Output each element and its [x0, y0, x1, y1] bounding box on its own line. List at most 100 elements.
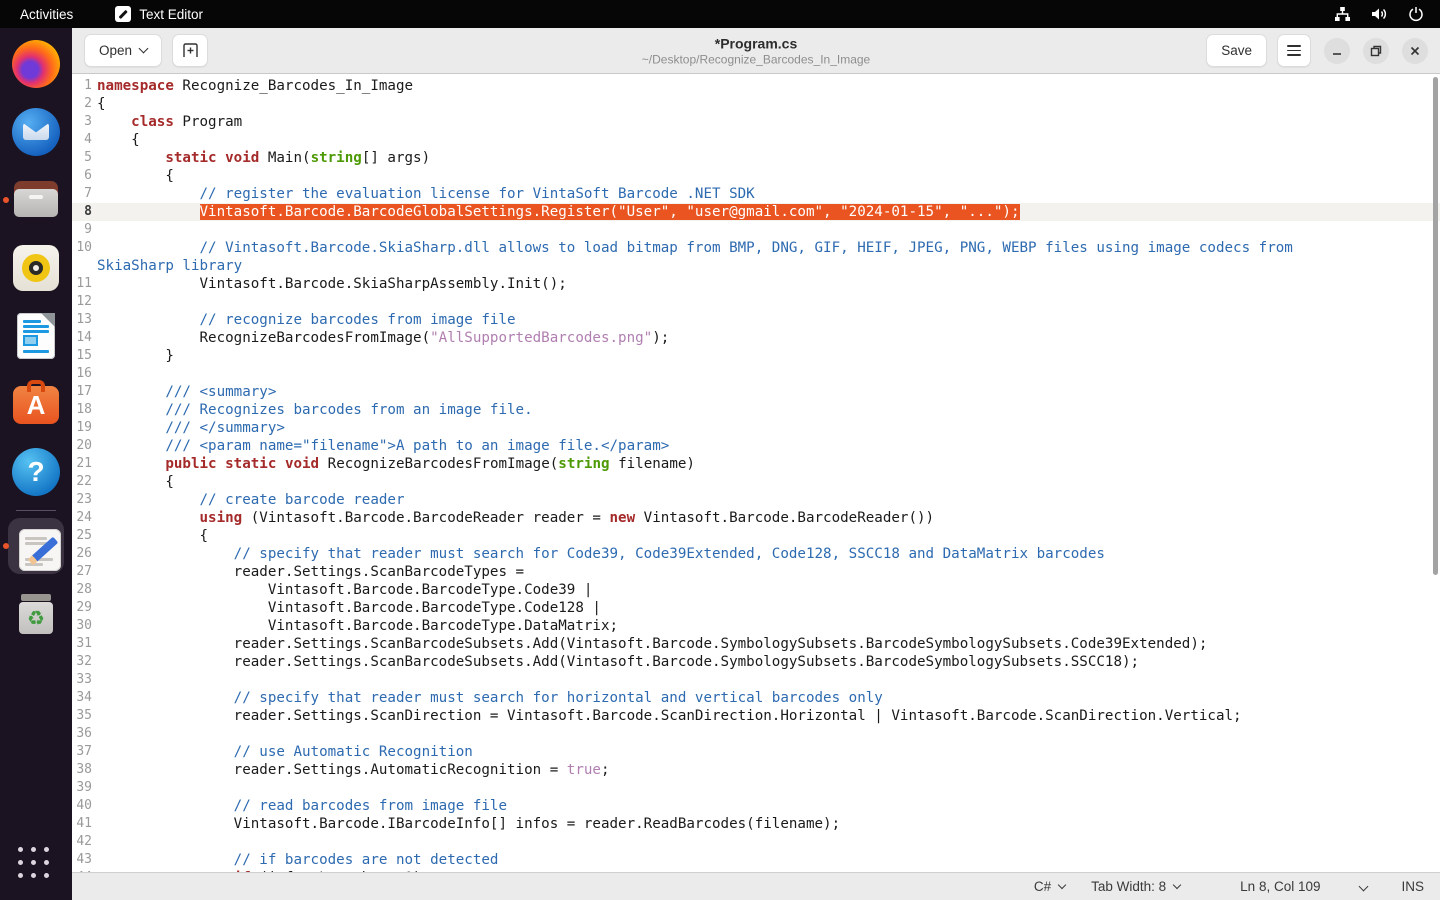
- code-line[interactable]: 14 RecognizeBarcodesFromImage("AllSuppor…: [72, 329, 1440, 347]
- line-number: 19: [72, 419, 92, 437]
- code-line[interactable]: 35 reader.Settings.ScanDirection = Vinta…: [72, 707, 1440, 725]
- chevron-down-icon[interactable]: [1359, 882, 1369, 892]
- dock-item-help[interactable]: ?: [12, 448, 60, 496]
- code-line[interactable]: 30 Vintasoft.Barcode.BarcodeType.DataMat…: [72, 617, 1440, 635]
- line-number: 10: [72, 239, 92, 257]
- code-line[interactable]: 42: [72, 833, 1440, 851]
- code-line[interactable]: 25 {: [72, 527, 1440, 545]
- main-menu-button[interactable]: [1277, 34, 1311, 67]
- focused-app-menu[interactable]: Text Editor: [115, 6, 203, 22]
- code-line[interactable]: 22 {: [72, 473, 1440, 491]
- code-line[interactable]: 17 /// <summary>: [72, 383, 1440, 401]
- close-button[interactable]: [1402, 38, 1428, 64]
- open-button[interactable]: Open: [84, 34, 162, 67]
- code-line[interactable]: 3 class Program: [72, 113, 1440, 131]
- network-icon[interactable]: [1334, 6, 1351, 22]
- code-line[interactable]: 2{: [72, 95, 1440, 113]
- code-line[interactable]: 39: [72, 779, 1440, 797]
- dock-item-firefox[interactable]: [12, 40, 60, 88]
- code-line[interactable]: 11 Vintasoft.Barcode.SkiaSharpAssembly.I…: [72, 275, 1440, 293]
- save-button[interactable]: Save: [1206, 34, 1267, 67]
- vertical-scrollbar[interactable]: [1433, 77, 1438, 575]
- line-number: 25: [72, 527, 92, 545]
- code-line[interactable]: 28 Vintasoft.Barcode.BarcodeType.Code39 …: [72, 581, 1440, 599]
- language-selector[interactable]: C#: [1034, 879, 1065, 894]
- code-line[interactable]: 40 // read barcodes from image file: [72, 797, 1440, 815]
- line-number: 6: [72, 167, 92, 185]
- insert-mode-indicator[interactable]: INS: [1401, 879, 1424, 894]
- line-number: 40: [72, 797, 92, 815]
- new-tab-button[interactable]: [172, 34, 208, 67]
- dock-item-text-editor[interactable]: [12, 522, 60, 570]
- line-number: 36: [72, 725, 92, 743]
- code-line[interactable]: 36: [72, 725, 1440, 743]
- tab-width-selector[interactable]: Tab Width: 8: [1091, 879, 1180, 894]
- document-path: ~/Desktop/Recognize_Barcodes_In_Image: [642, 52, 870, 66]
- line-number: 23: [72, 491, 92, 509]
- activities-button[interactable]: Activities: [0, 0, 93, 28]
- line-number: 33: [72, 671, 92, 689]
- line-number: 8: [72, 203, 92, 221]
- code-line[interactable]: 29 Vintasoft.Barcode.BarcodeType.Code128…: [72, 599, 1440, 617]
- line-number: 37: [72, 743, 92, 761]
- code-line[interactable]: 7 // register the evaluation license for…: [72, 185, 1440, 203]
- text-editor-running-dot: [3, 543, 9, 549]
- line-number: 12: [72, 293, 92, 311]
- code-line[interactable]: 12: [72, 293, 1440, 311]
- code-line[interactable]: 44 if (infos.Length == 0): [72, 869, 1440, 872]
- dock-item-thunderbird[interactable]: [12, 108, 60, 156]
- code-line-selected[interactable]: 8 Vintasoft.Barcode.BarcodeGlobalSetting…: [72, 203, 1440, 221]
- code-line[interactable]: 4 {: [72, 131, 1440, 149]
- cursor-position-indicator[interactable]: Ln 8, Col 109: [1240, 879, 1320, 894]
- line-number: 27: [72, 563, 92, 581]
- code-line[interactable]: 41 Vintasoft.Barcode.IBarcodeInfo[] info…: [72, 815, 1440, 833]
- code-line[interactable]: 32 reader.Settings.ScanBarcodeSubsets.Ad…: [72, 653, 1440, 671]
- code-line[interactable]: 33: [72, 671, 1440, 689]
- status-bar: C# Tab Width: 8 Ln 8, Col 109 INS: [72, 872, 1440, 900]
- code-line[interactable]: 23 // create barcode reader: [72, 491, 1440, 509]
- code-line[interactable]: 38 reader.Settings.AutomaticRecognition …: [72, 761, 1440, 779]
- code-line[interactable]: 24 using (Vintasoft.Barcode.BarcodeReade…: [72, 509, 1440, 527]
- code-line[interactable]: 37 // use Automatic Recognition: [72, 743, 1440, 761]
- dock-item-rhythmbox[interactable]: [12, 244, 60, 292]
- code-line[interactable]: 13 // recognize barcodes from image file: [72, 311, 1440, 329]
- dock-item-files[interactable]: [12, 176, 60, 224]
- code-line[interactable]: 27 reader.Settings.ScanBarcodeTypes =: [72, 563, 1440, 581]
- text-editor-app-icon: [115, 6, 131, 22]
- code-line[interactable]: 43 // if barcodes are not detected: [72, 851, 1440, 869]
- minimize-button[interactable]: [1324, 38, 1350, 64]
- code-line[interactable]: 26 // specify that reader must search fo…: [72, 545, 1440, 563]
- code-rows: 1namespace Recognize_Barcodes_In_Image2{…: [72, 77, 1440, 872]
- code-area[interactable]: 1namespace Recognize_Barcodes_In_Image2{…: [72, 74, 1440, 872]
- code-line[interactable]: 5 static void Main(string[] args): [72, 149, 1440, 167]
- code-line[interactable]: 18 /// Recognizes barcodes from an image…: [72, 401, 1440, 419]
- top-bar: Activities Text Editor: [0, 0, 1440, 28]
- code-line[interactable]: 1namespace Recognize_Barcodes_In_Image: [72, 77, 1440, 95]
- code-line[interactable]: 19 /// </summary>: [72, 419, 1440, 437]
- code-line[interactable]: 6 {: [72, 167, 1440, 185]
- code-line[interactable]: SkiaSharp library: [72, 257, 1440, 275]
- line-number: 34: [72, 689, 92, 707]
- maximize-button[interactable]: [1363, 38, 1389, 64]
- code-line[interactable]: 10 // Vintasoft.Barcode.SkiaSharp.dll al…: [72, 239, 1440, 257]
- code-line[interactable]: 21 public static void RecognizeBarcodesF…: [72, 455, 1440, 473]
- code-line[interactable]: 16: [72, 365, 1440, 383]
- code-line[interactable]: 15 }: [72, 347, 1440, 365]
- app-grid-button[interactable]: [18, 847, 55, 884]
- code-line[interactable]: 20 /// <param name="filename">A path to …: [72, 437, 1440, 455]
- code-line[interactable]: 31 reader.Settings.ScanBarcodeSubsets.Ad…: [72, 635, 1440, 653]
- code-line[interactable]: 9: [72, 221, 1440, 239]
- code-line[interactable]: 34 // specify that reader must search fo…: [72, 689, 1440, 707]
- help-icon: ?: [12, 448, 60, 496]
- line-number: 29: [72, 599, 92, 617]
- volume-icon[interactable]: [1371, 6, 1388, 22]
- dock-item-libreoffice-writer[interactable]: [12, 312, 60, 360]
- ubuntu-software-icon: A: [13, 386, 59, 424]
- power-icon[interactable]: [1408, 6, 1424, 22]
- dock-divider: [16, 510, 56, 511]
- line-number: 2: [72, 95, 92, 113]
- dock-item-ubuntu-software[interactable]: A: [12, 380, 60, 428]
- rhythmbox-icon: [13, 245, 59, 291]
- dock-item-trash[interactable]: ♻: [12, 590, 60, 638]
- line-number: 3: [72, 113, 92, 131]
